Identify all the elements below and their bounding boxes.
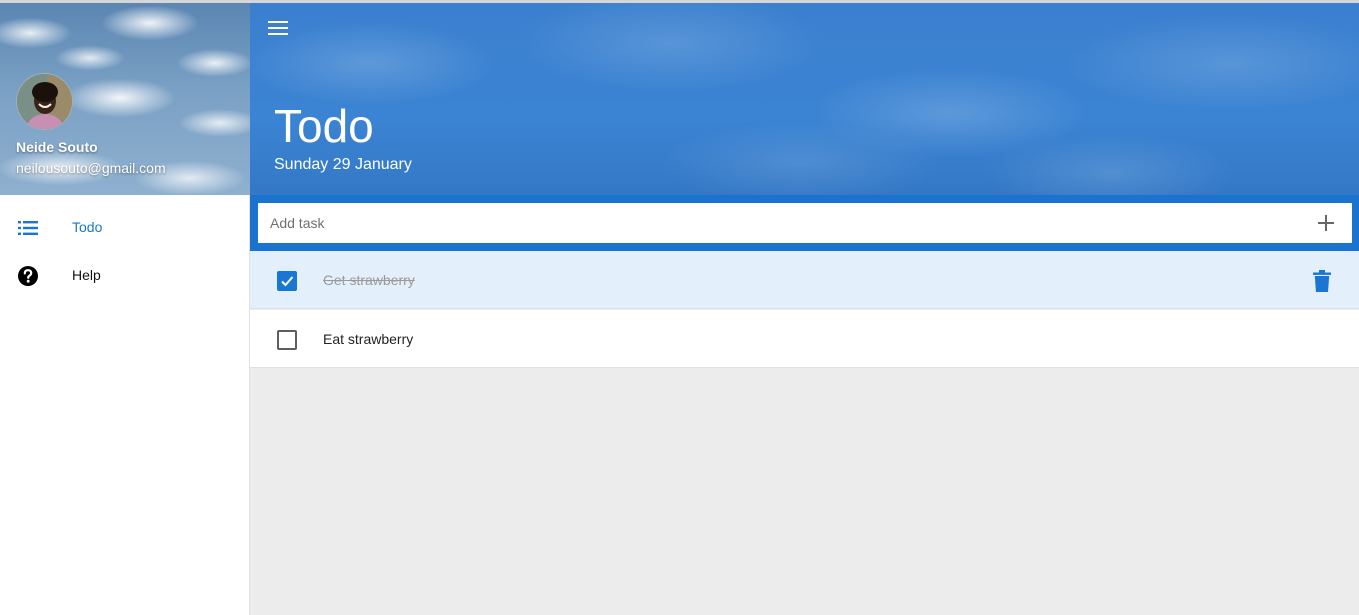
task-checkbox[interactable] [277, 330, 297, 350]
add-task-field-wrapper [258, 203, 1352, 243]
header-banner: Todo Sunday 29 January [250, 3, 1359, 195]
sidebar-item-label: Todo [72, 219, 103, 235]
check-icon [281, 276, 294, 287]
sidebar-item-label: Help [72, 267, 101, 283]
task-checkbox[interactable] [277, 271, 297, 291]
current-date: Sunday 29 January [274, 156, 412, 173]
sidebar-item-todo[interactable]: Todo [0, 203, 249, 251]
avatar[interactable] [16, 73, 73, 130]
plus-icon[interactable] [1316, 213, 1336, 233]
user-name: Neide Souto [16, 139, 98, 155]
page-title: Todo [274, 100, 374, 152]
list-icon [17, 217, 39, 239]
task-text: Get strawberry [323, 272, 415, 288]
add-task-bar [250, 195, 1359, 251]
task-text: Eat strawberry [323, 331, 414, 347]
trash-icon[interactable] [1313, 270, 1331, 292]
add-task-input[interactable] [258, 203, 1298, 243]
sidebar-item-help[interactable]: Help [0, 251, 249, 299]
user-email: neilousouto@gmail.com [16, 160, 166, 176]
help-icon [17, 265, 39, 287]
sidebar: Neide Souto neilousouto@gmail.com Todo H… [0, 3, 250, 615]
task-row[interactable]: Get strawberry [250, 251, 1359, 309]
main-content: Todo Sunday 29 January Get strawberry [250, 3, 1359, 615]
menu-icon[interactable] [268, 19, 290, 37]
task-row[interactable]: Eat strawberry [250, 310, 1359, 368]
sidebar-header: Neide Souto neilousouto@gmail.com [0, 3, 250, 195]
